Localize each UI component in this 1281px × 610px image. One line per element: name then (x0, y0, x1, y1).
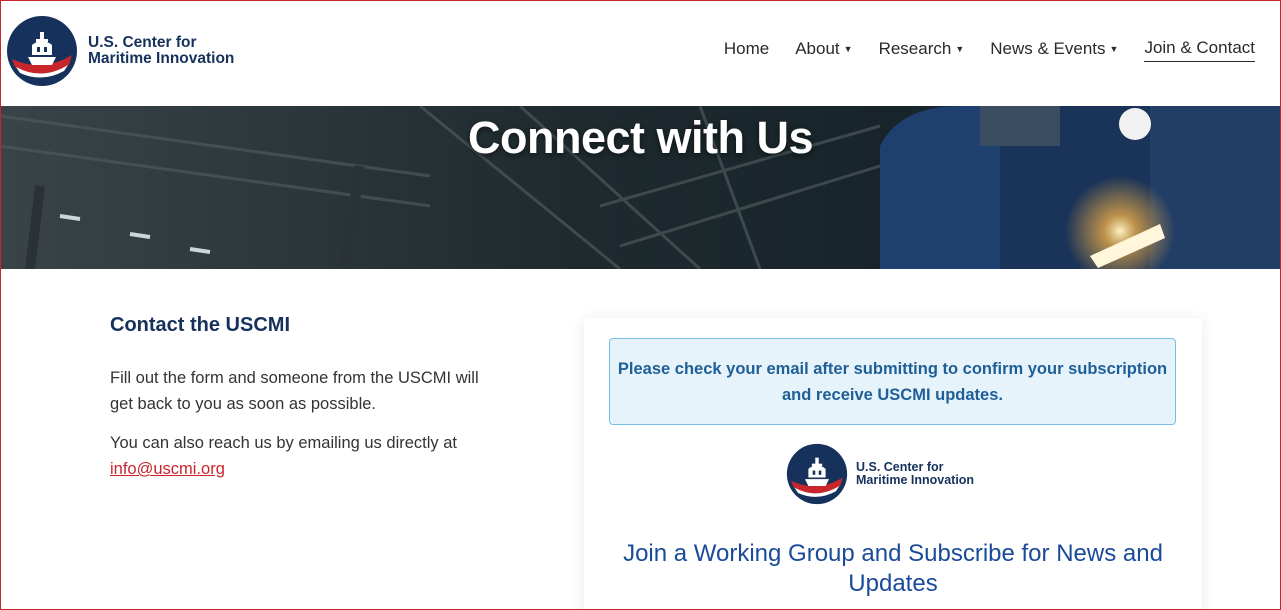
nav-news-events[interactable]: News & Events ▼ (990, 39, 1118, 62)
caret-down-icon: ▼ (843, 43, 853, 54)
card-logo-line-2: Maritime Innovation (856, 473, 975, 487)
email-confirmation-notice: Please check your email after submitting… (609, 338, 1176, 425)
logo-text: U.S. Center for Maritime Innovation (88, 35, 234, 67)
hero-banner: Connect with Us (0, 106, 1281, 269)
nav-home-label: Home (723, 38, 770, 58)
contact-section: Contact the USCMI Fill out the form and … (110, 314, 480, 495)
site-header: U.S. Center for Maritime Innovation Home… (0, 0, 1281, 106)
contact-paragraph-1: Fill out the form and someone from the U… (110, 369, 479, 413)
site-logo[interactable]: U.S. Center for Maritime Innovation (6, 15, 234, 87)
nav-join-contact[interactable]: Join & Contact (1144, 38, 1255, 62)
email-link[interactable]: info@uscmi.org (110, 460, 225, 478)
ship-logo-icon (7, 16, 77, 86)
contact-paragraph-2: You can also reach us by emailing us dir… (110, 430, 480, 482)
caret-down-icon: ▼ (1109, 43, 1119, 54)
nav-news-events-label: News & Events (990, 38, 1106, 58)
card-logo-line-1: U.S. Center for (856, 459, 944, 474)
signup-card: Please check your email after submitting… (584, 318, 1202, 610)
nav-join-contact-label: Join & Contact (1144, 38, 1255, 57)
logo-line-1: U.S. Center for (88, 34, 197, 51)
ship-logo-icon (786, 443, 848, 505)
nav-research-label: Research (878, 38, 952, 58)
card-title: Join a Working Group and Subscribe for N… (623, 540, 1163, 597)
page-title: Connect with Us (467, 112, 814, 163)
logo-line-2: Maritime Innovation (88, 50, 235, 67)
main-nav: Home About ▼ Research ▼ News & Events ▼ Joi… (698, 38, 1255, 62)
card-logo-text: U.S. Center for Maritime Innovation (856, 459, 975, 488)
nav-research[interactable]: Research ▼ (879, 39, 965, 62)
card-logo: U.S. Center for Maritime Innovation (786, 443, 974, 505)
contact-heading: Contact the USCMI (110, 314, 290, 336)
nav-home[interactable]: Home (724, 39, 769, 62)
contact-paragraph-2-text: You can also reach us by emailing us dir… (110, 434, 457, 452)
nav-about-label: About (795, 38, 840, 58)
caret-down-icon: ▼ (955, 43, 965, 54)
nav-about[interactable]: About ▼ (795, 39, 852, 62)
